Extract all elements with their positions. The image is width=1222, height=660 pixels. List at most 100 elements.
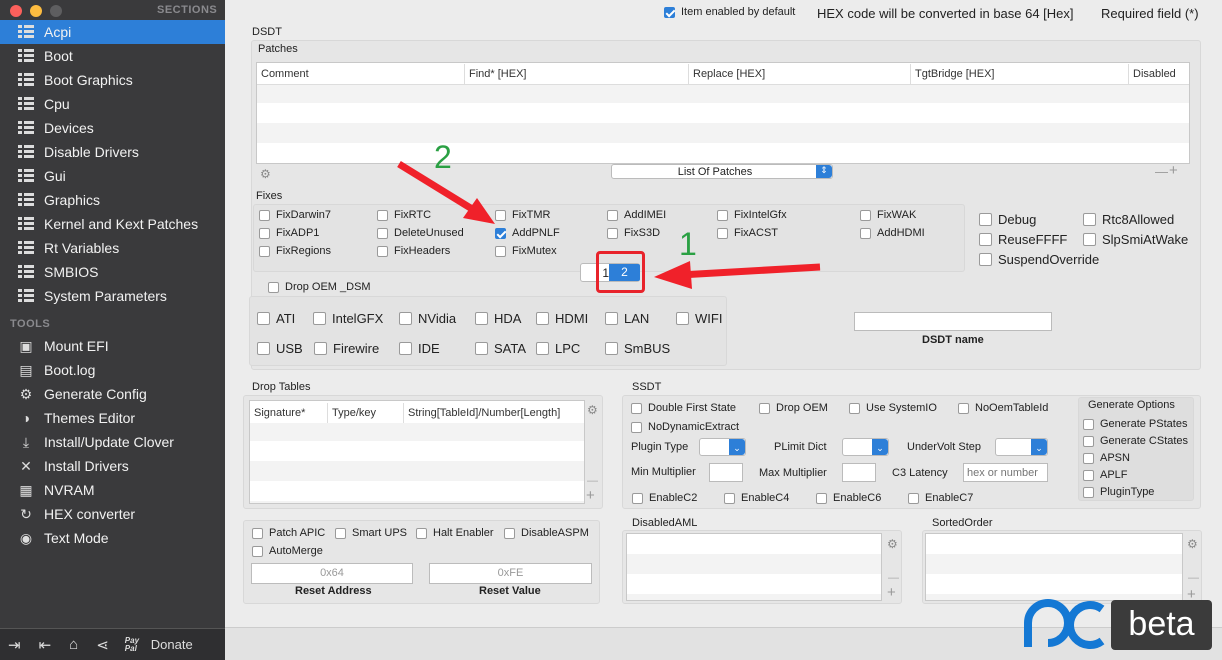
sidebar-tool-install-update-clover[interactable]: ⤓ Install/Update Clover [0,430,225,454]
fix-fixintelgfx-checkbox[interactable]: FixIntelGfx [717,209,787,221]
dsm-hda-checkbox[interactable]: HDA [475,311,521,326]
fix-fixmutex-checkbox[interactable]: FixMutex [495,245,557,257]
opt-rtc8allowed-checkbox[interactable]: Rtc8Allowed [1083,212,1174,227]
dsm-firewire-box[interactable] [314,342,327,355]
sidebar-tool-generate-config[interactable]: ⚙ Generate Config [0,382,225,406]
fix-deleteunused-checkbox[interactable]: DeleteUnused [377,227,464,239]
gen-aplf-checkbox[interactable]: APLF [1083,469,1128,481]
sidebar-tool-themes-editor[interactable]: ◑ Themes Editor [0,406,225,430]
sidebar-item-acpi[interactable]: Acpi [0,20,225,44]
dsm-lan-box[interactable] [605,312,618,325]
ssdt-nooemtableid-checkbox[interactable]: NoOemTableId [958,402,1048,414]
disabled-aml-settings-icon[interactable]: ⚙ [887,537,898,551]
ssdt-double-first-state-box[interactable] [631,402,642,414]
dsm-nvidia-checkbox[interactable]: NVidia [399,311,456,326]
fix-fixs3d-checkbox[interactable]: FixS3D [607,227,660,239]
add-patch-button[interactable]: + [1169,162,1178,179]
dsm-hda-box[interactable] [475,312,488,325]
opt-suspendoverride-box[interactable] [979,253,992,266]
gen-aplf-box[interactable] [1083,469,1094,481]
dsm-intelgfx-checkbox[interactable]: IntelGFX [313,311,383,326]
fix-fixregions-box[interactable] [259,245,270,257]
fix-fixacst-checkbox[interactable]: FixACST [717,227,778,239]
fix-addhdmi-checkbox[interactable]: AddHDMI [860,227,925,239]
reset-address-input[interactable]: 0x64 [251,563,413,584]
opt-slpsmiatwake-box[interactable] [1083,233,1096,246]
dsm-firewire-checkbox[interactable]: Firewire [314,341,379,356]
disabled-aml-list[interactable] [626,533,882,601]
fix-fixdarwin7-box[interactable] [259,209,270,221]
dsm-nvidia-box[interactable] [399,312,412,325]
ssdt-nooemtableid-box[interactable] [958,402,969,414]
gen-generate-cstates-box[interactable] [1083,435,1094,447]
plugin-type-select[interactable]: ⌄ [699,438,746,456]
col-disabled[interactable]: Disabled [1129,64,1189,84]
fix-addimei-box[interactable] [607,209,618,221]
fix-fixheaders-checkbox[interactable]: FixHeaders [377,245,450,257]
sorted-order-settings-icon[interactable]: ⚙ [1187,537,1198,551]
drop-oem-dsm-box[interactable] [268,281,279,293]
fix-addpnlf-box[interactable] [495,227,506,239]
fix-deleteunused-box[interactable] [377,227,388,239]
dsm-ati-box[interactable] [257,312,270,325]
enablec4-box[interactable] [724,492,735,504]
dsm-usb-box[interactable] [257,342,270,355]
fix-fixregions-checkbox[interactable]: FixRegions [259,245,331,257]
dsm-smbus-checkbox[interactable]: SmBUS [605,341,670,356]
sorted-order-list[interactable] [925,533,1183,601]
halt-enabler-box[interactable] [416,527,427,539]
undervolt-select[interactable]: ⌄ [995,438,1048,456]
opt-reuseffff-checkbox[interactable]: ReuseFFFF [979,232,1067,247]
remove-disabled-aml-button[interactable]: — [888,572,899,584]
list-of-patches-select[interactable]: List Of Patches ⇕ [611,164,833,179]
enablec2-box[interactable] [632,492,643,504]
automerge-box[interactable] [252,545,263,557]
col-find[interactable]: Find* [HEX] [465,64,689,84]
col-comment[interactable]: Comment [257,64,465,84]
dsm-lpc-checkbox[interactable]: LPC [536,341,580,356]
fix-fixmutex-box[interactable] [495,245,506,257]
ssdt-use-systemio-box[interactable] [849,402,860,414]
smart-ups-box[interactable] [335,527,346,539]
dsdt-name-input[interactable] [854,312,1052,331]
opt-reuseffff-box[interactable] [979,233,992,246]
col-signature[interactable]: Signature* [250,403,328,423]
fix-addhdmi-box[interactable] [860,227,871,239]
enablec7-checkbox[interactable]: EnableC7 [908,492,973,504]
donate-button[interactable]: Donate [151,637,193,652]
no-dynamic-extract-checkbox[interactable]: NoDynamicExtract [631,421,739,433]
smart-ups-checkbox[interactable]: Smart UPS [335,527,407,539]
dsm-intelgfx-box[interactable] [313,312,326,325]
reset-value-input[interactable]: 0xFE [429,563,592,584]
import-icon[interactable]: ⇤ [39,636,52,654]
opt-debug-checkbox[interactable]: Debug [979,212,1036,227]
dsm-lan-checkbox[interactable]: LAN [605,311,649,326]
patch-apic-checkbox[interactable]: Patch APIC [252,527,325,539]
opt-slpsmiatwake-checkbox[interactable]: SlpSmiAtWake [1083,232,1188,247]
gen-generate-cstates-checkbox[interactable]: Generate CStates [1083,435,1188,447]
disableaspm-checkbox[interactable]: DisableASPM [504,527,589,539]
sidebar-item-disable-drivers[interactable]: Disable Drivers [0,140,225,164]
sidebar-item-kernel-and-kext-patches[interactable]: Kernel and Kext Patches [0,212,225,236]
sidebar-item-boot-graphics[interactable]: Boot Graphics [0,68,225,92]
sidebar-tool-nvram[interactable]: ▦ NVRAM [0,478,225,502]
plimit-select[interactable]: ⌄ [842,438,889,456]
dsm-hdmi-box[interactable] [536,312,549,325]
halt-enabler-checkbox[interactable]: Halt Enabler [416,527,494,539]
fix-fixintelgfx-box[interactable] [717,209,728,221]
min-multiplier-input[interactable] [709,463,743,482]
col-tgtbridge[interactable]: TgtBridge [HEX] [911,64,1129,84]
remove-sorted-order-button[interactable]: — [1188,572,1199,584]
col-replace[interactable]: Replace [HEX] [689,64,911,84]
sidebar-item-devices[interactable]: Devices [0,116,225,140]
ssdt-use-systemio-checkbox[interactable]: Use SystemIO [849,402,937,414]
patches-settings-icon[interactable]: ⚙ [260,167,271,181]
enablec4-checkbox[interactable]: EnableC4 [724,492,789,504]
sidebar-item-boot[interactable]: Boot [0,44,225,68]
fix-fixheaders-box[interactable] [377,245,388,257]
sidebar-tool-hex-converter[interactable]: ↻ HEX converter [0,502,225,526]
sidebar-item-graphics[interactable]: Graphics [0,188,225,212]
ssdt-drop-oem-checkbox[interactable]: Drop OEM [759,402,828,414]
enablec2-checkbox[interactable]: EnableC2 [632,492,697,504]
dsm-lpc-box[interactable] [536,342,549,355]
